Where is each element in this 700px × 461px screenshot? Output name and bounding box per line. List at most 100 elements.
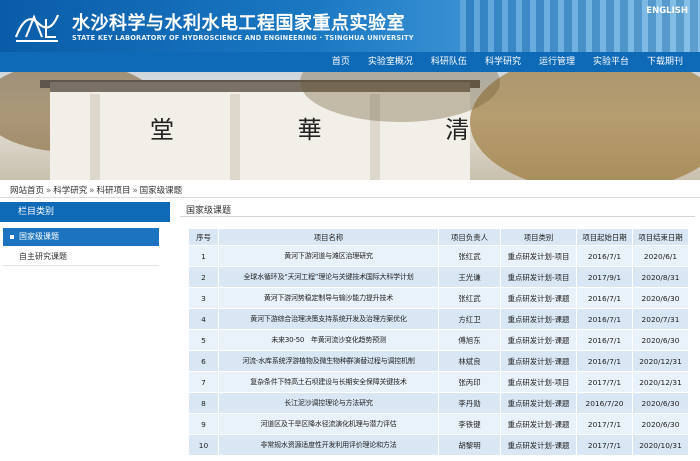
cell-category: 重点研发计划-项目: [500, 266, 577, 288]
cell-category: 重点研发计划-项目: [500, 245, 577, 267]
cell-no: 8: [188, 392, 219, 414]
cell-end: 2020/12/31: [632, 350, 689, 372]
table-row[interactable]: 10 非常规水资源适度性开发利用评价理论和方法 胡黎明 重点研发计划-课题 2017/7…: [188, 434, 689, 456]
cell-no: 5: [188, 329, 219, 351]
table-row[interactable]: 9 河道区及干旱区降水径流演化机理与潜力评估 李铁键 重点研发计划-课题 2017/7/…: [188, 413, 689, 435]
nav-item[interactable]: 首页: [323, 52, 359, 72]
cell-name[interactable]: 非常规水资源适度性开发利用评价理论和方法: [218, 434, 439, 456]
column-header: 项目结束日期: [632, 228, 689, 246]
cell-leader: 李丹勋: [438, 392, 501, 414]
cell-no: 9: [188, 413, 219, 435]
projects-table: 序号 项目名称 项目负责人 项目类别 项目起始日期 项目结束日期 1 黄河下游河道…: [188, 228, 689, 456]
tree-foliage: [470, 72, 700, 180]
cell-name[interactable]: 未来30-50 年黄河流沙变化趋势预测: [218, 329, 439, 351]
cell-start: 2016/7/1: [576, 287, 633, 309]
cell-name[interactable]: 复杂条件下特高土石坝建设与长期安全保障关键技术: [218, 371, 439, 393]
cell-category: 重点研发计划-课题: [500, 392, 577, 414]
cell-name[interactable]: 黄河下游河势稳定制导与输沙能力提升技术: [218, 287, 439, 309]
nav-item[interactable]: 科研队伍: [422, 52, 476, 72]
cell-start: 2016/7/1: [576, 308, 633, 330]
english-link[interactable]: ENGLISH: [646, 6, 688, 16]
breadcrumb-separator: »: [132, 186, 138, 196]
column-header: 项目起始日期: [576, 228, 633, 246]
table-row[interactable]: 6 河流-水库系统浮游植物及微生物种群演替过程与调控机制 林斌良 重点研发计划-课题 2…: [188, 350, 689, 372]
main-nav: 首页 实验室概况 科研队伍 科学研究 运行管理 实验平台 下载期刊: [0, 52, 700, 72]
table-row[interactable]: 4 黄河下游综合治理决策支持系统开发及治理方案优化 方红卫 重点研发计划-课题 2016…: [188, 308, 689, 330]
column-header: 项目负责人: [438, 228, 501, 246]
cell-start: 2017/7/1: [576, 434, 633, 456]
cell-no: 4: [188, 308, 219, 330]
table-row[interactable]: 7 复杂条件下特高土石坝建设与长期安全保障关键技术 张丙印 重点研发计划-项目 2017…: [188, 371, 689, 393]
column-header: 项目类别: [500, 228, 577, 246]
breadcrumb-link[interactable]: 网站首页: [10, 186, 44, 196]
cell-start: 2016/7/1: [576, 329, 633, 351]
table-row[interactable]: 1 黄河下游河道与滩区治理研究 张红武 重点研发计划-项目 2016/7/1 2020/6…: [188, 245, 689, 267]
cell-start: 2016/7/1: [576, 350, 633, 372]
cell-start: 2016/7/1: [576, 245, 633, 267]
nav-item[interactable]: 实验室概况: [359, 52, 422, 72]
cell-category: 重点研发计划-课题: [500, 413, 577, 435]
breadcrumb-link[interactable]: 科学研究: [53, 186, 87, 196]
nav-item[interactable]: 实验平台: [584, 52, 638, 72]
cell-end: 2020/7/31: [632, 308, 689, 330]
cell-category: 重点研发计划-课题: [500, 329, 577, 351]
divider: [180, 216, 695, 217]
cell-end: 2020/6/30: [632, 287, 689, 309]
cell-name[interactable]: 长江泥沙调控理论与方法研究: [218, 392, 439, 414]
cell-leader: 张丙印: [438, 371, 501, 393]
column-header: 项目名称: [218, 228, 439, 246]
breadcrumb-link[interactable]: 国家级课题: [140, 186, 183, 196]
cell-start: 2016/7/20: [576, 392, 633, 414]
cell-leader: 方红卫: [438, 308, 501, 330]
page-title: 国家级课题: [186, 206, 232, 216]
cell-category: 重点研发计划-课题: [500, 287, 577, 309]
site-title: 水沙科学与水利水电工程国家重点实验室: [72, 13, 405, 34]
cell-no: 7: [188, 371, 219, 393]
cell-no: 2: [188, 266, 219, 288]
cell-category: 重点研发计划-课题: [500, 434, 577, 456]
lab-logo-icon[interactable]: [12, 7, 62, 45]
cell-category: 重点研发计划-课题: [500, 350, 577, 372]
table-row[interactable]: 3 黄河下游河势稳定制导与输沙能力提升技术 张红武 重点研发计划-课题 2016/7/1…: [188, 287, 689, 309]
cell-name[interactable]: 黄河下游河道与滩区治理研究: [218, 245, 439, 267]
cell-category: 重点研发计划-项目: [500, 371, 577, 393]
breadcrumb-separator: »: [46, 186, 52, 196]
cell-end: 2020/12/31: [632, 371, 689, 393]
site-header: 水沙科学与水利水电工程国家重点实验室 STATE KEY LABORATORY …: [0, 0, 700, 52]
table-row[interactable]: 2 全球水循环及“天河工程”理论与关键技术国际大科学计划 王光谦 重点研发计划-项目 2…: [188, 266, 689, 288]
cell-end: 2020/6/1: [632, 245, 689, 267]
cell-end: 2020/6/30: [632, 413, 689, 435]
cell-no: 1: [188, 245, 219, 267]
sidebar-title: 栏目类别: [0, 202, 170, 222]
cell-end: 2020/6/30: [632, 329, 689, 351]
divider: [0, 197, 700, 198]
column-header: 序号: [188, 228, 219, 246]
breadcrumb-separator: »: [89, 186, 95, 196]
sidebar: 栏目类别 国家级课题 自主研究课题: [0, 202, 170, 461]
cell-leader: 张红武: [438, 287, 501, 309]
sidebar-item-national-projects[interactable]: 国家级课题: [3, 228, 159, 246]
table-header-row: 序号 项目名称 项目负责人 项目类别 项目起始日期 项目结束日期: [188, 228, 689, 246]
cell-name[interactable]: 黄河下游综合治理决策支持系统开发及治理方案优化: [218, 308, 439, 330]
table-row[interactable]: 5 未来30-50 年黄河流沙变化趋势预测 傅旭东 重点研发计划-课题 2016/7/1…: [188, 329, 689, 351]
cell-end: 2020/6/30: [632, 392, 689, 414]
nav-item[interactable]: 运行管理: [530, 52, 584, 72]
cell-start: 2017/9/1: [576, 266, 633, 288]
nav-item[interactable]: 科学研究: [476, 52, 530, 72]
nav-item[interactable]: 下载期刊: [638, 52, 692, 72]
cell-start: 2017/7/1: [576, 371, 633, 393]
cell-end: 2020/10/31: [632, 434, 689, 456]
cell-name[interactable]: 河流-水库系统浮游植物及微生物种群演替过程与调控机制: [218, 350, 439, 372]
sidebar-item-independent-projects[interactable]: 自主研究课题: [3, 248, 159, 266]
breadcrumb-link[interactable]: 科研项目: [96, 186, 130, 196]
table-row[interactable]: 8 长江泥沙调控理论与方法研究 李丹勋 重点研发计划-课题 2016/7/20 2020/…: [188, 392, 689, 414]
cell-name[interactable]: 全球水循环及“天河工程”理论与关键技术国际大科学计划: [218, 266, 439, 288]
cell-no: 3: [188, 287, 219, 309]
building-pillar: [90, 94, 100, 180]
cell-leader: 张红武: [438, 245, 501, 267]
cell-no: 10: [188, 434, 219, 456]
cell-leader: 傅旭东: [438, 329, 501, 351]
cell-name[interactable]: 河道区及干旱区降水径流演化机理与潜力评估: [218, 413, 439, 435]
cell-leader: 林斌良: [438, 350, 501, 372]
cell-end: 2020/8/31: [632, 266, 689, 288]
